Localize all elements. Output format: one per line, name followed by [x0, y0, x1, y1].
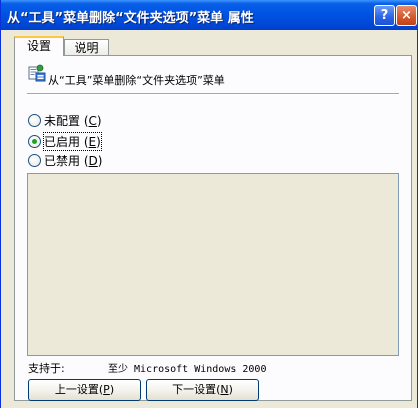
- window-title: 从“工具”菜单删除“文件夹选项”菜单 属性: [7, 11, 254, 26]
- help-button[interactable]: ?: [374, 5, 395, 26]
- radio-not-configured[interactable]: 未配置 (C): [28, 112, 102, 128]
- divider: [27, 93, 399, 95]
- radio-not-configured-indicator[interactable]: [28, 113, 41, 127]
- supported-on-value: 至少 Microsoft Windows 2000: [108, 364, 267, 375]
- options-box: [27, 173, 399, 356]
- previous-setting-button[interactable]: 上一设置(P): [28, 379, 141, 401]
- close-icon: ×: [401, 8, 412, 23]
- title-bar[interactable]: 从“工具”菜单删除“文件夹选项”菜单 属性 ? ×: [1, 0, 418, 30]
- properties-dialog: 从“工具”菜单删除“文件夹选项”菜单 属性 ? × 设置 说明 从“工具”菜单删…: [0, 0, 418, 408]
- policy-title: 从“工具”菜单删除“文件夹选项”菜单: [48, 74, 225, 87]
- radio-disabled[interactable]: 已禁用 (D): [28, 152, 102, 168]
- policy-settings-icon: [28, 64, 46, 82]
- tab-explain[interactable]: 说明: [64, 39, 109, 56]
- next-setting-button[interactable]: 下一设置(N): [146, 379, 259, 401]
- close-button[interactable]: ×: [396, 5, 417, 26]
- help-icon: ?: [380, 8, 389, 23]
- tab-explain-label: 说明: [74, 41, 99, 55]
- radio-disabled-indicator[interactable]: [28, 153, 41, 167]
- radio-disabled-label: 已禁用 (D): [44, 153, 103, 168]
- radio-enabled-indicator[interactable]: [28, 134, 41, 148]
- radio-not-configured-label: 未配置 (C): [44, 113, 102, 128]
- supported-on-label: 支持于:: [28, 362, 65, 375]
- radio-enabled-label: 已启用 (E): [43, 131, 102, 151]
- tab-settings-label: 设置: [26, 39, 51, 53]
- radio-enabled[interactable]: 已启用 (E): [28, 131, 102, 151]
- settings-panel: 从“工具”菜单删除“文件夹选项”菜单 未配置 (C) 已启用 (E) 已禁用 (…: [14, 55, 412, 401]
- tab-settings[interactable]: 设置: [14, 36, 64, 56]
